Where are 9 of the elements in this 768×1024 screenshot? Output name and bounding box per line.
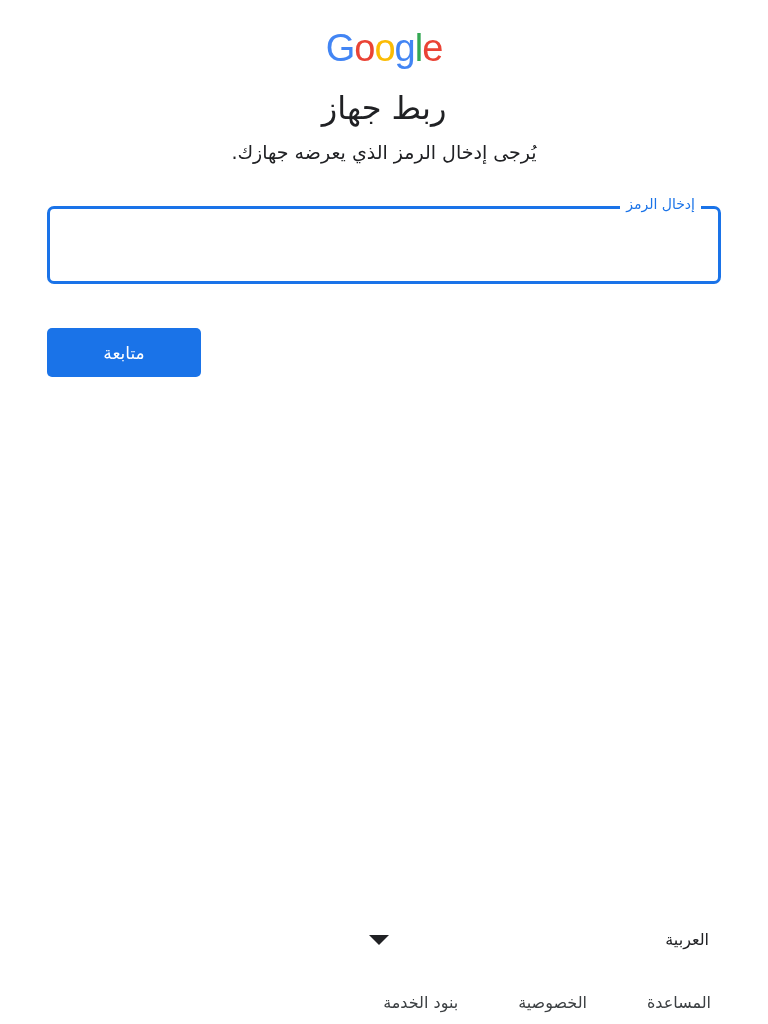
google-logo: Google [325, 26, 443, 70]
caret-icon [369, 934, 389, 945]
language-dropdown[interactable]: العربية [369, 924, 721, 955]
footer-link[interactable]: بنود الخدمة [383, 993, 459, 1012]
footer-link[interactable]: الخصوصية [518, 993, 587, 1012]
page-title: ربط جهاز [321, 88, 447, 129]
continue-button[interactable]: متابعة [47, 328, 201, 377]
instruction-text: يُرجى إدخال الرمز الذي يعرضه جهازك. [231, 140, 537, 166]
footer-link[interactable]: المساعدة [646, 993, 711, 1012]
